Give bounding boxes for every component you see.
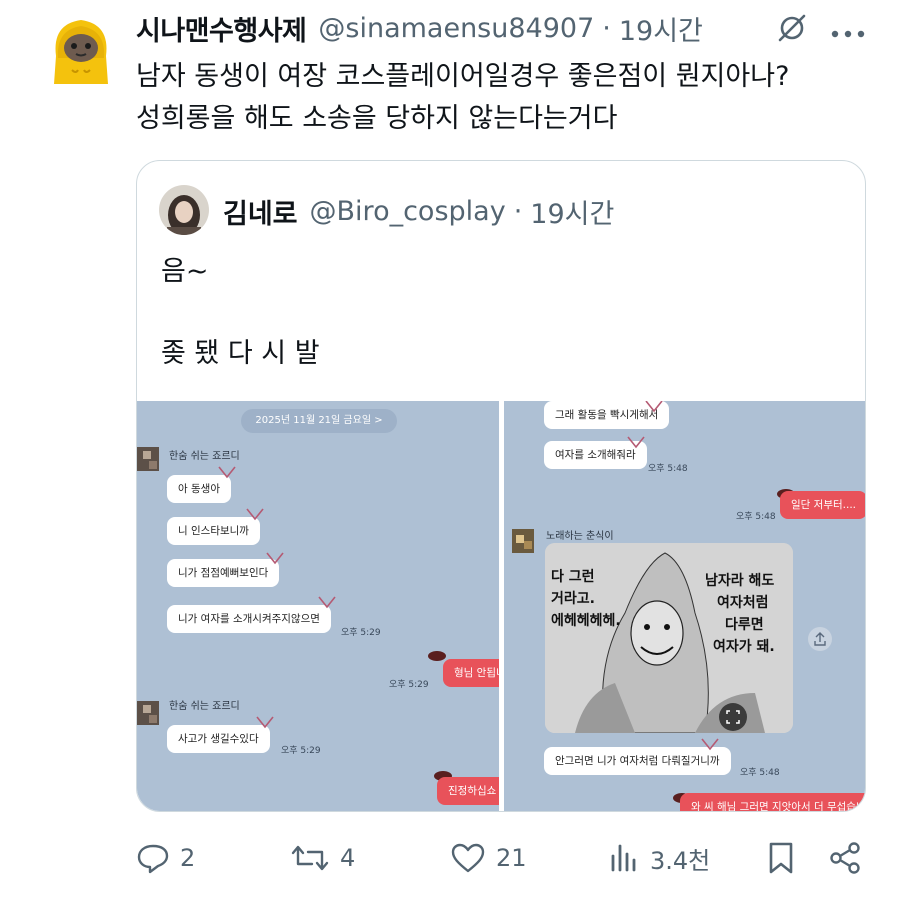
sender-avatar	[512, 529, 534, 553]
tweet-time[interactable]: 19시간	[619, 9, 703, 48]
chat-sender-name: 한숨 쉬는 죠르디	[169, 451, 240, 462]
tweet-header: 시나맨수행사제 @sinamaensu84907 · 19시간	[136, 9, 703, 48]
separator-dot: ·	[602, 12, 611, 44]
quoted-author-name: 김네로	[223, 198, 298, 230]
author-name[interactable]: 시나맨수행사제	[136, 9, 307, 48]
more-icon[interactable]	[830, 24, 866, 38]
quoted-time: 19시간	[530, 198, 615, 230]
views-button[interactable]: 3.4천	[608, 838, 710, 878]
chat-message-mine: 와 씨 해님 그러면 지앗아서 더 무섭습니다	[680, 793, 865, 811]
chat-screenshot-right[interactable]: 그래 활동을 빡시게해서 여자를 소개해줘라 오후 5:48 일단 저부터...…	[504, 401, 865, 811]
reaction-icon	[626, 435, 646, 451]
tweet-text-line: 성희롱을 해도 소송을 당하지 않는다는거다	[136, 103, 618, 134]
chat-screenshot-left[interactable]: 2025년 11월 21일 금요일 > 한숨 쉬는 죠르디 아 동생아 니 인스…	[137, 401, 499, 811]
views-icon	[611, 844, 636, 872]
like-button[interactable]: 21	[450, 838, 527, 878]
chat-message-mine: 형님 안됩니다	[443, 659, 499, 687]
author-handle[interactable]: @sinamaensu84907	[318, 13, 594, 44]
retweet-icon	[291, 845, 329, 871]
like-icon	[451, 843, 485, 873]
comic-caption: 다루면	[725, 617, 764, 633]
reaction-icon	[265, 551, 285, 567]
sender-avatar	[137, 701, 159, 725]
chat-timestamp: 오후 5:29	[341, 628, 381, 638]
quoted-header: 김네로 @Biro_cosplay · 19시간	[223, 193, 615, 230]
comic-caption: 다 그런	[551, 569, 595, 585]
quoted-tweet[interactable]: 김네로 @Biro_cosplay · 19시간 음~ 좆 됐 다 시 발 20…	[136, 160, 866, 812]
chat-message-mine: 일단 저부터....	[780, 491, 865, 519]
separator-dot: ·	[513, 195, 523, 227]
reply-icon	[137, 844, 169, 874]
quoted-text-line: 음~	[161, 256, 209, 287]
retweet-button[interactable]: 4	[290, 838, 355, 878]
chat-message-mine: 진정하십쇼	[437, 777, 499, 805]
like-count: 21	[496, 844, 527, 872]
chat-timestamp: 오후 5:29	[389, 680, 429, 690]
reaction-icon	[317, 595, 337, 611]
quoted-media[interactable]: 2025년 11월 21일 금요일 > 한숨 쉬는 죠르디 아 동생아 니 인스…	[137, 401, 865, 811]
chat-message: 니가 여자를 소개시켜주지않으면	[167, 605, 331, 633]
reaction-icon	[217, 465, 237, 481]
scan-icon[interactable]	[719, 703, 747, 731]
quoted-author-handle: @Biro_cosplay	[309, 195, 506, 227]
comic-caption: 에헤헤헤헤.	[551, 613, 621, 629]
comic-caption: 여자처럼	[717, 595, 769, 611]
reaction-icon	[245, 507, 265, 523]
chat-timestamp: 오후 5:29	[281, 746, 321, 756]
views-count: 3.4천	[650, 846, 711, 875]
share-button[interactable]	[828, 838, 872, 878]
grok-icon[interactable]	[776, 12, 808, 44]
comic-caption: 남자라 해도	[705, 573, 775, 589]
date-pill: 2025년 11월 21일 금요일 >	[241, 409, 397, 433]
sender-avatar	[137, 447, 159, 471]
me-avatar	[427, 647, 447, 661]
quoted-text-line: 좆 됐 다 시 발	[161, 338, 320, 369]
reply-button[interactable]: 2	[136, 838, 195, 878]
chat-message: 니가 점점예뻐보인다	[167, 559, 280, 587]
reply-count: 2	[180, 844, 196, 872]
chat-timestamp: 오후 5:48	[648, 464, 688, 474]
reaction-icon	[700, 737, 720, 753]
tweet-text-line: 남자 동생이 여장 코스플레이어일경우 좋은점이 뭔지아나?	[136, 61, 790, 92]
bookmark-icon	[769, 842, 793, 874]
share-image-icon[interactable]	[808, 627, 832, 651]
reaction-icon	[644, 401, 664, 415]
author-avatar[interactable]	[48, 12, 114, 86]
chat-sender-name: 한숨 쉬는 죠르디	[169, 701, 240, 712]
comic-caption: 거라고.	[551, 591, 595, 607]
quoted-author-avatar	[159, 185, 209, 235]
comic-caption: 여자가 돼.	[713, 639, 775, 655]
reaction-icon	[255, 715, 275, 731]
share-icon	[830, 842, 860, 874]
chat-timestamp: 오후 5:48	[736, 512, 776, 522]
retweet-count: 4	[340, 844, 356, 872]
bookmark-button[interactable]	[766, 838, 806, 878]
comic-image[interactable]: 다 그런 거라고. 에헤헤헤헤. 남자라 해도 여자처럼 다루면 여자가 돼.	[545, 543, 793, 733]
chat-sender-name: 노래하는 춘식이	[546, 531, 614, 542]
tweet-text: 남자 동생이 여장 코스플레이어일경우 좋은점이 뭔지아나? 성희롱을 해도 소…	[136, 56, 876, 140]
chat-timestamp: 오후 5:48	[740, 768, 780, 778]
